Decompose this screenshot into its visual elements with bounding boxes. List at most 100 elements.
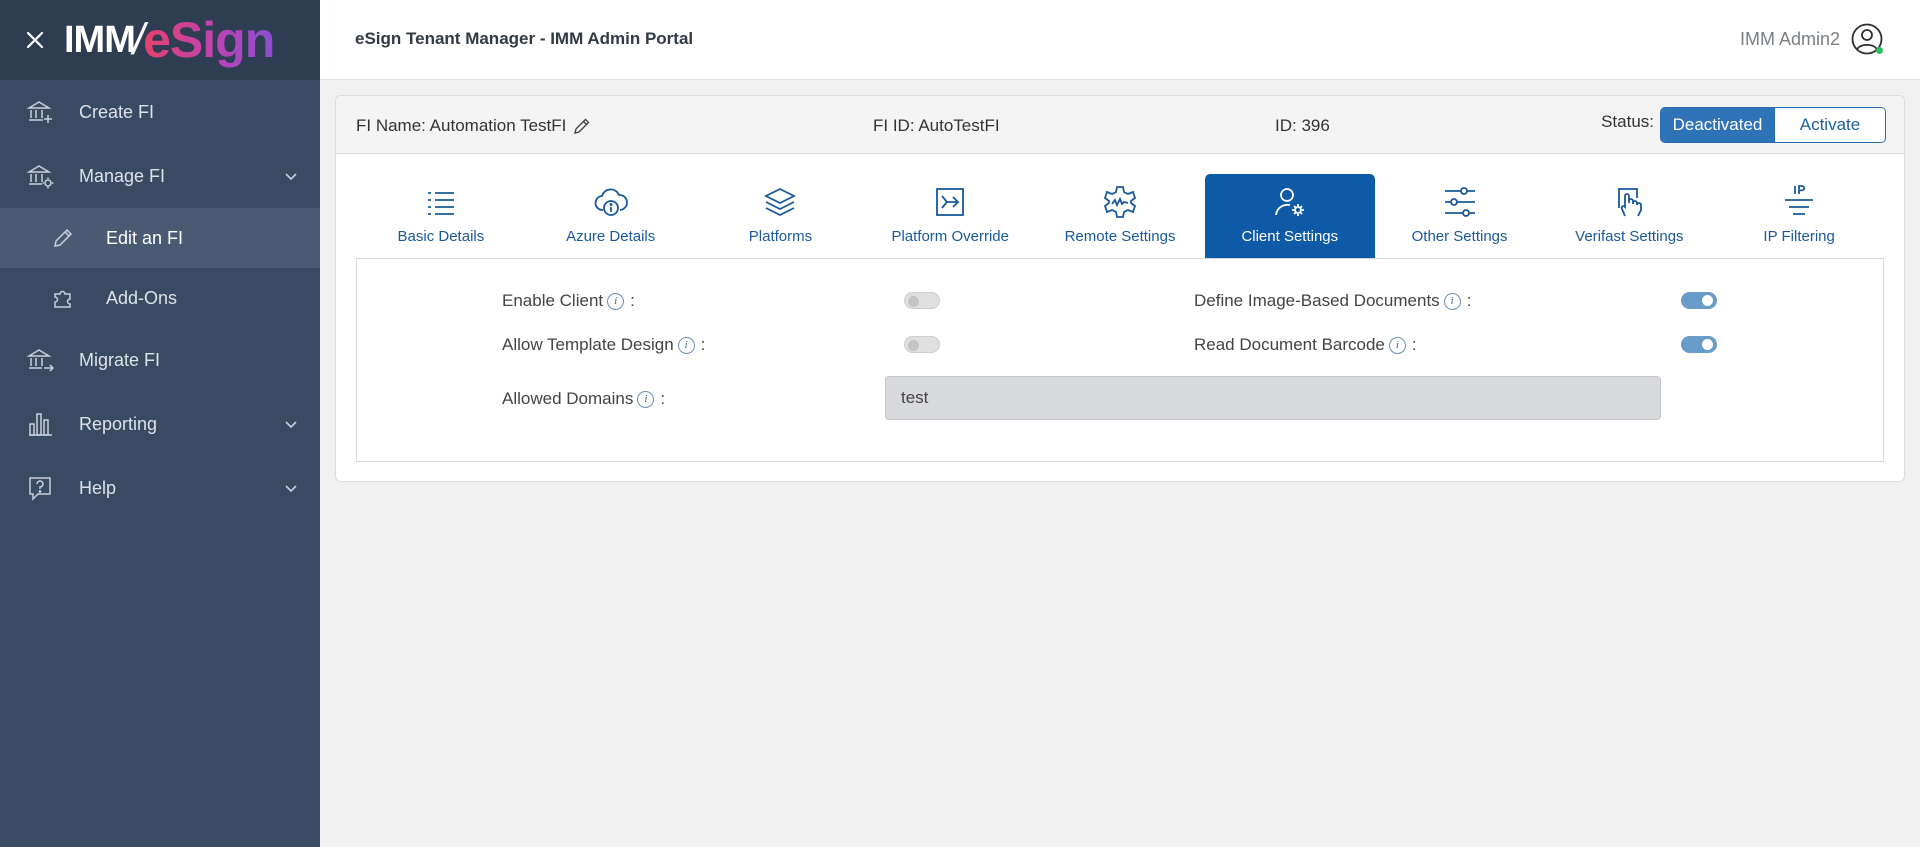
cloud-info-icon bbox=[591, 182, 631, 222]
label-colon: : bbox=[1411, 335, 1417, 354]
sidebar-header: IMM / eSign bbox=[0, 0, 320, 80]
tab-label: Verifast Settings bbox=[1575, 228, 1684, 245]
tab-verifast-settings[interactable]: Verifast Settings bbox=[1544, 174, 1714, 258]
tab-label: Azure Details bbox=[566, 228, 656, 245]
sidebar-item-migrate-fi[interactable]: Migrate FI bbox=[0, 328, 320, 392]
logo: IMM / eSign bbox=[64, 12, 275, 68]
online-status-dot bbox=[1876, 47, 1883, 54]
info-icon[interactable]: i bbox=[1443, 292, 1461, 310]
tab-client-settings[interactable]: Client Settings bbox=[1204, 174, 1375, 258]
toggle-knob bbox=[1702, 295, 1713, 306]
read-barcode-field: Read Document Barcode i : bbox=[1194, 335, 1417, 355]
logo-esign: eSign bbox=[143, 12, 275, 68]
enable-client-label: Enable Client bbox=[502, 291, 604, 310]
info-icon[interactable]: i bbox=[637, 390, 655, 408]
allow-template-design-field: Allow Template Design i : bbox=[502, 335, 705, 355]
sidebar-item-label: Add-Ons bbox=[106, 287, 178, 308]
toggle-knob bbox=[1702, 339, 1713, 350]
activate-button[interactable]: Activate bbox=[1774, 108, 1885, 142]
label-colon: : bbox=[660, 389, 666, 408]
fi-numeric-id: ID: 396 bbox=[1275, 116, 1330, 135]
toggle-knob bbox=[908, 296, 919, 307]
layers-icon bbox=[760, 182, 800, 222]
fi-id: FI ID: AutoTestFI bbox=[873, 116, 1000, 135]
info-icon[interactable]: i bbox=[677, 336, 695, 354]
deactivated-button[interactable]: Deactivated bbox=[1661, 108, 1774, 142]
tab-remote-settings[interactable]: Remote Settings bbox=[1035, 174, 1205, 258]
fi-info-bar: FI Name: Automation TestFI FI ID: AutoTe… bbox=[336, 96, 1904, 154]
ip-filter-icon bbox=[1779, 182, 1819, 222]
allowed-domains-field: Allowed Domains i : bbox=[502, 389, 665, 409]
help-bubble-icon bbox=[25, 473, 55, 503]
logo-imm: IMM bbox=[64, 19, 136, 61]
sidebar-item-add-ons[interactable]: Add-Ons bbox=[0, 268, 320, 328]
tab-label: Platforms bbox=[748, 228, 813, 245]
tab-label: Platform Override bbox=[891, 228, 1009, 245]
allow-template-design-toggle[interactable] bbox=[904, 336, 940, 353]
status-label: Status: bbox=[1601, 112, 1654, 131]
tab-label: Other Settings bbox=[1411, 228, 1508, 245]
hand-touch-icon bbox=[1609, 182, 1649, 222]
sidebar-item-help[interactable]: Help bbox=[0, 456, 320, 520]
bank-gear-icon bbox=[25, 161, 55, 191]
tab-basic-details[interactable]: Basic Details bbox=[356, 174, 526, 258]
close-icon bbox=[26, 31, 44, 49]
list-icon bbox=[421, 182, 461, 222]
avatar bbox=[1850, 22, 1884, 56]
edit-pencil-icon[interactable] bbox=[572, 116, 592, 136]
tab-label: IP Filtering bbox=[1763, 228, 1835, 245]
tab-azure-details[interactable]: Azure Details bbox=[526, 174, 696, 258]
tab-platform-override[interactable]: Platform Override bbox=[865, 174, 1035, 258]
bank-plus-icon bbox=[25, 97, 55, 127]
fi-card: FI Name: Automation TestFI FI ID: AutoTe… bbox=[335, 95, 1905, 482]
sidebar-item-edit-fi[interactable]: Edit an FI bbox=[0, 208, 320, 268]
info-icon[interactable]: i bbox=[607, 292, 625, 310]
status-control: Status: Deactivated Activate bbox=[1601, 107, 1886, 143]
pencil-icon bbox=[48, 223, 78, 253]
sidebar-item-create-fi[interactable]: Create FI bbox=[0, 80, 320, 144]
arrow-into-box-icon bbox=[930, 182, 970, 222]
user-menu[interactable]: IMM Admin2 bbox=[1740, 22, 1884, 56]
fi-name: FI Name: Automation TestFI bbox=[356, 116, 592, 136]
tab-platforms[interactable]: Platforms bbox=[696, 174, 866, 258]
read-barcode-label: Read Document Barcode bbox=[1194, 335, 1385, 354]
sidebar-item-label: Reporting bbox=[79, 413, 158, 434]
label-colon: : bbox=[630, 291, 635, 310]
chevron-down-icon bbox=[285, 485, 297, 493]
fi-name-label: FI Name: Automation TestFI bbox=[356, 116, 567, 135]
settings-tabs: Basic Details Azure Details Platforms Pl… bbox=[356, 174, 1884, 258]
bank-arrow-icon bbox=[25, 345, 55, 375]
sidebar-item-reporting[interactable]: Reporting bbox=[0, 392, 320, 456]
user-gear-icon bbox=[1270, 182, 1310, 222]
sidebar-item-label: Edit an FI bbox=[106, 227, 184, 248]
bar-chart-icon bbox=[25, 409, 55, 439]
sidebar-item-label: Help bbox=[79, 477, 117, 498]
status-toggle-group: Deactivated Activate bbox=[1660, 107, 1886, 143]
label-colon: : bbox=[700, 335, 706, 354]
tab-label: Remote Settings bbox=[1064, 228, 1176, 245]
info-icon[interactable]: i bbox=[1388, 336, 1406, 354]
define-image-docs-toggle[interactable] bbox=[1681, 292, 1717, 309]
read-barcode-toggle[interactable] bbox=[1681, 336, 1717, 353]
tab-ip-filtering[interactable]: IP Filtering bbox=[1714, 174, 1884, 258]
define-image-docs-label: Define Image-Based Documents bbox=[1194, 291, 1440, 310]
sliders-icon bbox=[1440, 182, 1480, 222]
toggle-knob bbox=[908, 340, 919, 351]
puzzle-icon bbox=[48, 283, 78, 313]
sidebar-item-label: Manage FI bbox=[79, 165, 166, 186]
enable-client-toggle[interactable] bbox=[904, 292, 940, 309]
tab-label: Client Settings bbox=[1241, 228, 1339, 245]
gear-signature-icon bbox=[1100, 182, 1140, 222]
chevron-down-icon bbox=[285, 421, 297, 429]
allow-template-design-label: Allow Template Design bbox=[502, 335, 674, 354]
define-image-docs-field: Define Image-Based Documents i : bbox=[1194, 291, 1471, 311]
tab-other-settings[interactable]: Other Settings bbox=[1375, 174, 1545, 258]
sidebar-nav: Create FI Manage FI Edit an FI Add-Ons M… bbox=[0, 80, 320, 520]
sidebar-item-label: Migrate FI bbox=[79, 349, 161, 370]
sidebar-item-manage-fi[interactable]: Manage FI bbox=[0, 144, 320, 208]
close-sidebar-button[interactable] bbox=[22, 27, 48, 53]
user-name: IMM Admin2 bbox=[1739, 28, 1840, 49]
allowed-domains-label: Allowed Domains bbox=[502, 389, 634, 408]
page-title: eSign Tenant Manager - IMM Admin Portal bbox=[355, 29, 694, 48]
allowed-domains-input[interactable] bbox=[885, 376, 1661, 420]
